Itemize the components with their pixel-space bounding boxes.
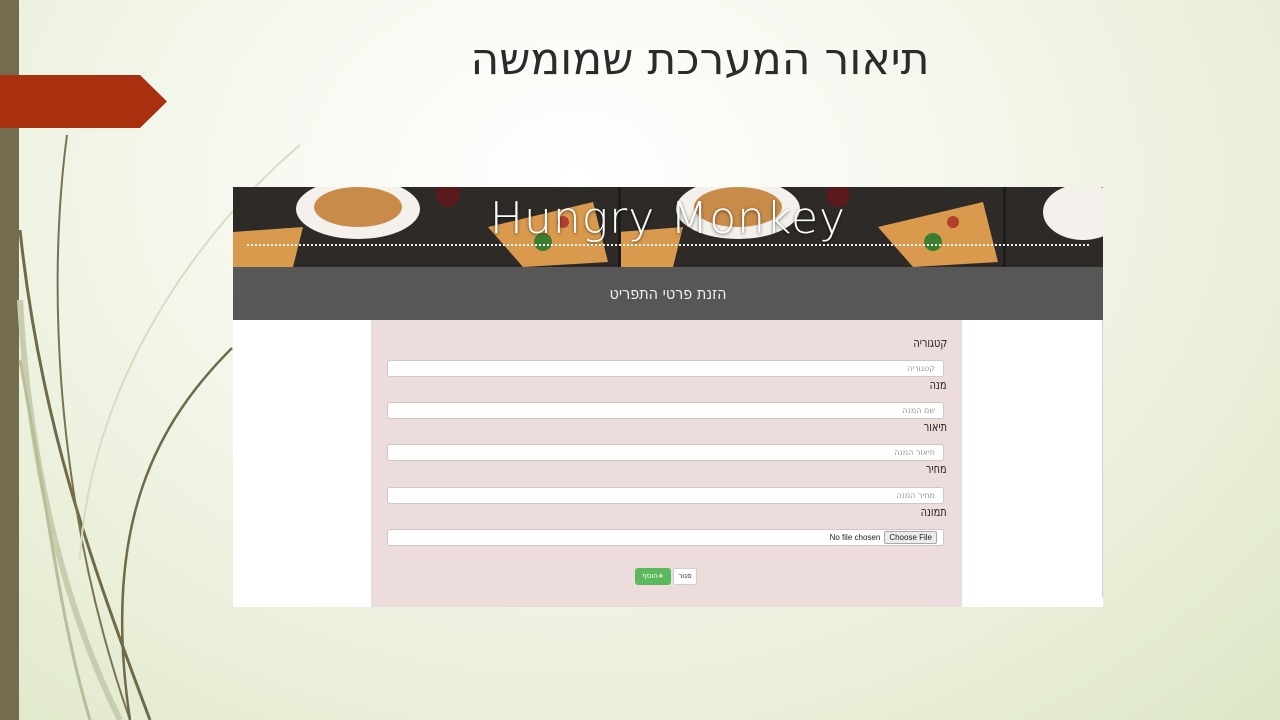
- file-status: No file chosen: [829, 533, 881, 542]
- side-border: [1102, 320, 1103, 597]
- description-input[interactable]: תיאור המנה: [387, 444, 944, 461]
- slide-title: תיאור המערכת שמומשה: [470, 34, 930, 85]
- price-label: מחיר: [926, 462, 947, 477]
- app-screenshot: Hungry Monkey הזנת פרטי התפריט קטגוריה ק…: [233, 187, 1103, 607]
- dish-label: מנה: [930, 378, 947, 393]
- category-label: קטגוריה: [913, 336, 947, 351]
- close-button[interactable]: סגור: [673, 568, 697, 585]
- food-banner: Hungry Monkey: [233, 187, 1103, 267]
- dotted-divider: [247, 244, 1089, 246]
- add-button-label: הוסף: [642, 572, 658, 580]
- image-file-input[interactable]: Choose FileNo file chosen: [387, 529, 944, 546]
- choose-file-button[interactable]: Choose File: [884, 531, 937, 544]
- brand-title: Hungry Monkey: [489, 193, 847, 244]
- dish-name-input[interactable]: שם המנה: [387, 402, 944, 419]
- plus-icon: +: [657, 572, 664, 580]
- page-heading: הזנת פרטי התפריט: [233, 267, 1103, 320]
- description-label: תיאור: [923, 420, 947, 435]
- red-arrow-shape: [0, 75, 167, 128]
- category-input[interactable]: קטגוריה: [387, 360, 944, 377]
- price-input[interactable]: מחיר המנה: [387, 487, 944, 504]
- image-label: תמונה: [921, 505, 947, 520]
- menu-item-form: קטגוריה קטגוריה מנה שם המנה תיאור תיאור …: [371, 320, 962, 607]
- add-button[interactable]: +הוסף: [635, 568, 671, 585]
